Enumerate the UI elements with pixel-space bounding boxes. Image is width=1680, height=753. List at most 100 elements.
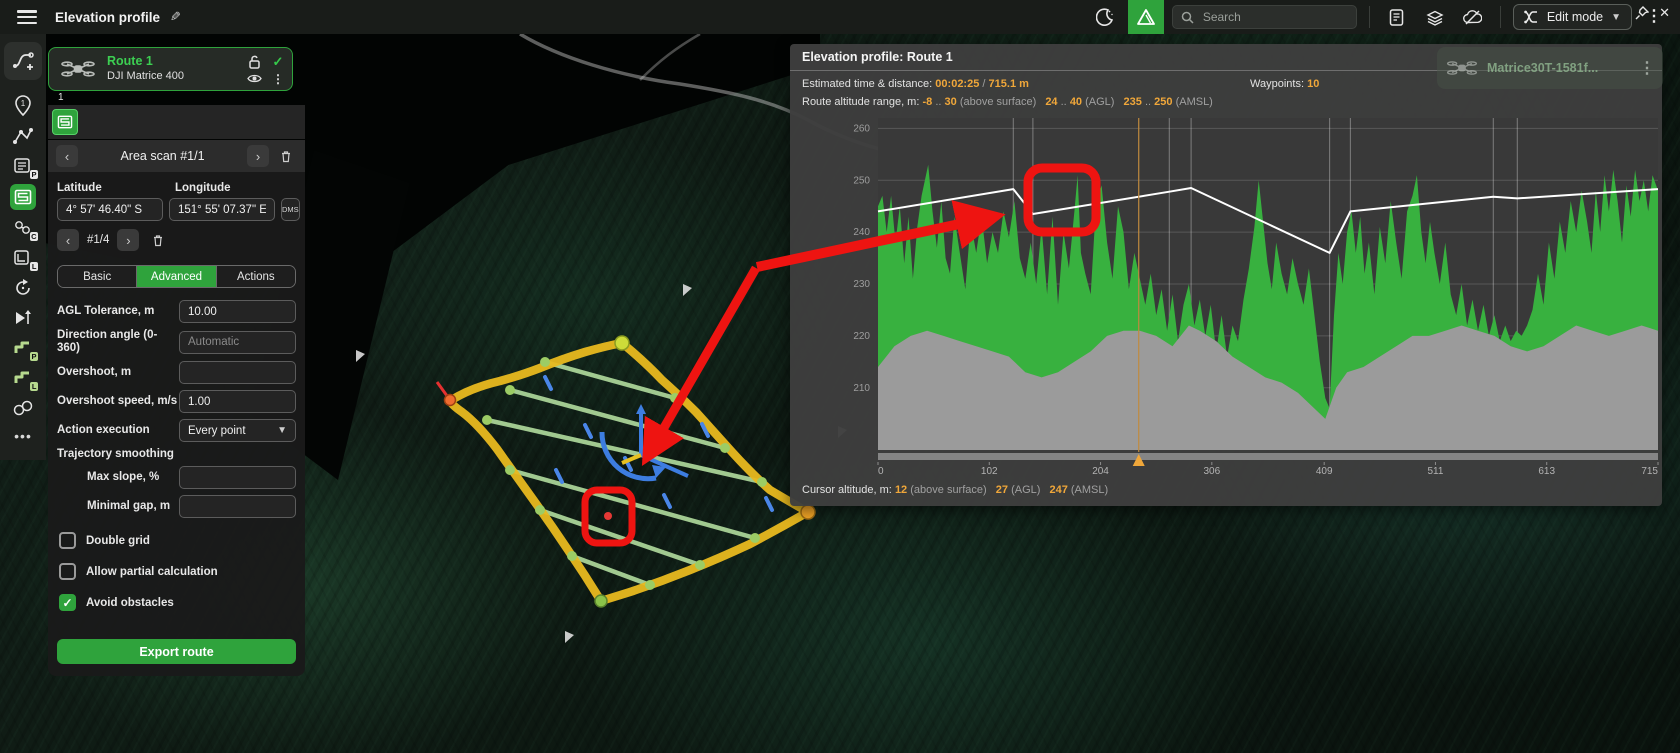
- pin-panel-icon[interactable]: [1635, 5, 1649, 21]
- allow-partial-checkbox[interactable]: ✓: [59, 563, 76, 580]
- estimated-distance: 715.1 m: [989, 78, 1029, 90]
- elevation-profile-panel: 2602502402302202100102204306409511613715…: [790, 44, 1662, 506]
- search-box[interactable]: [1172, 5, 1357, 29]
- area-scan-tool[interactable]: [10, 184, 36, 210]
- minimal-gap-field[interactable]: [179, 495, 296, 518]
- point-pager-label: #1/4: [87, 234, 109, 246]
- tab-basic[interactable]: Basic: [58, 266, 137, 287]
- range-surface-unit: (above surface): [960, 96, 1036, 108]
- delete-point-icon[interactable]: [147, 229, 169, 251]
- delete-segment-icon[interactable]: [275, 145, 297, 167]
- avoid-obstacles-checkbox-row[interactable]: ✓ Avoid obstacles: [59, 594, 296, 611]
- facade-tool[interactable]: L: [6, 244, 40, 272]
- svg-text:210: 210: [853, 383, 870, 394]
- route-vehicle: DJI Matrice 400: [107, 70, 184, 84]
- dms-toggle-button[interactable]: DMS: [281, 198, 300, 221]
- cloud-off-icon[interactable]: [1458, 3, 1488, 31]
- overshoot-field[interactable]: [179, 361, 296, 384]
- tool-badge-l2: L: [30, 382, 38, 391]
- corridor-tool[interactable]: C: [6, 214, 40, 242]
- drone-thumbnail: [57, 54, 99, 84]
- waypoint-tool[interactable]: 1: [6, 92, 40, 120]
- range-amsl-min: 235: [1124, 96, 1142, 108]
- next-segment-button[interactable]: ›: [247, 145, 269, 167]
- telemetry-log-icon[interactable]: [1382, 3, 1412, 31]
- elevation-profile-toggle[interactable]: [1128, 0, 1164, 34]
- vehicle-menu-icon[interactable]: ⋮: [1639, 58, 1655, 78]
- max-slope-field[interactable]: [179, 466, 296, 489]
- dots: ..: [935, 96, 941, 108]
- allow-partial-label: Allow partial calculation: [86, 566, 218, 578]
- dots: ..: [1145, 96, 1151, 108]
- svg-text:250: 250: [853, 175, 870, 186]
- prev-segment-button[interactable]: ‹: [56, 145, 78, 167]
- range-agl-max: 40: [1070, 96, 1082, 108]
- estimated-label: Estimated time & distance:: [802, 78, 932, 90]
- svg-text:220: 220: [853, 331, 870, 342]
- export-route-button[interactable]: Export route: [57, 639, 296, 664]
- polyline-tool[interactable]: [6, 122, 40, 150]
- range-surface-min: -8: [922, 96, 932, 108]
- segment-strip: 1: [48, 92, 305, 140]
- longitude-label: Longitude: [175, 182, 293, 194]
- range-agl-min: 24: [1045, 96, 1057, 108]
- allow-partial-checkbox-row[interactable]: ✓ Allow partial calculation: [59, 563, 296, 580]
- menu-icon[interactable]: [17, 10, 37, 24]
- tab-actions[interactable]: Actions: [217, 266, 295, 287]
- area-scan-segment-tile[interactable]: [52, 109, 78, 135]
- search-input[interactable]: [1201, 9, 1341, 25]
- longitude-field[interactable]: [169, 198, 275, 221]
- edit-title-icon[interactable]: ✎: [170, 9, 181, 25]
- vehicle-name: Matrice30T-1581f...: [1487, 61, 1598, 75]
- more-tools-icon[interactable]: •••: [14, 428, 32, 444]
- photogrammetry-tool[interactable]: P: [6, 152, 40, 180]
- double-grid-checkbox-row[interactable]: ✓ Double grid: [59, 532, 296, 549]
- prev-point-button[interactable]: ‹: [57, 229, 79, 251]
- direction-angle-label: Direction angle (0-360): [57, 329, 179, 355]
- close-panel-icon[interactable]: ✕: [1659, 5, 1670, 21]
- night-mode-icon[interactable]: [1090, 3, 1120, 31]
- overshoot-speed-field[interactable]: [179, 390, 296, 413]
- chevron-down-icon: ▼: [1611, 12, 1621, 23]
- divider: [1369, 6, 1370, 28]
- search-icon: [1181, 11, 1194, 24]
- svg-text:1: 1: [21, 99, 26, 108]
- tab-advanced[interactable]: Advanced: [137, 266, 216, 287]
- edit-mode-dropdown[interactable]: Edit mode ▼: [1513, 4, 1632, 30]
- add-route-button[interactable]: [4, 42, 42, 80]
- perimeter-tool[interactable]: [6, 274, 40, 302]
- latitude-field[interactable]: [57, 198, 163, 221]
- tool-badge-p2: P: [30, 352, 38, 361]
- route-laser-tool[interactable]: L: [6, 364, 40, 392]
- svg-text:260: 260: [853, 123, 870, 134]
- range-agl-unit: (AGL): [1085, 96, 1114, 108]
- direction-angle-field[interactable]: [179, 331, 296, 354]
- visibility-eye-icon[interactable]: [247, 73, 262, 84]
- edit-mode-label: Edit mode: [1547, 10, 1603, 24]
- next-point-button[interactable]: ›: [117, 229, 139, 251]
- route-menu-icon[interactable]: ⋮: [272, 73, 284, 85]
- unlock-icon[interactable]: [248, 55, 261, 69]
- estimated-time: 00:02:25: [935, 78, 979, 90]
- double-grid-checkbox[interactable]: ✓: [59, 532, 76, 549]
- cursor-amsl-unit: (AMSL): [1071, 484, 1108, 496]
- latitude-label: Latitude: [57, 182, 175, 194]
- area-scan-panel: ‹ Area scan #1/1 › Latitude Longitude DM…: [48, 140, 305, 676]
- route-valid-check-icon: ✓: [273, 54, 284, 70]
- layers-icon[interactable]: [1420, 3, 1450, 31]
- action-execution-select[interactable]: Every point▼: [179, 419, 296, 442]
- avoid-obstacles-checkbox[interactable]: ✓: [59, 594, 76, 611]
- takeoff-point-tool[interactable]: [6, 304, 40, 332]
- route-photo-tool[interactable]: P: [6, 334, 40, 362]
- svg-text:0: 0: [878, 466, 884, 477]
- settings-tabs: Basic Advanced Actions: [57, 265, 296, 288]
- range-label: Route altitude range, m:: [802, 96, 919, 108]
- vehicle-card[interactable]: Matrice30T-1581f... ⋮: [1437, 47, 1663, 89]
- cursor-agl: 27: [996, 484, 1008, 496]
- panel-title: Area scan #1/1: [84, 149, 241, 163]
- agl-tolerance-field[interactable]: [179, 300, 296, 323]
- trajectory-smoothing-label: Trajectory smoothing: [57, 448, 296, 460]
- tool-rail: 1 P C L P L: [0, 34, 46, 460]
- route-card[interactable]: Route 1 DJI Matrice 400 ✓ ⋮: [48, 47, 293, 91]
- linked-flight-tool[interactable]: [6, 394, 40, 422]
